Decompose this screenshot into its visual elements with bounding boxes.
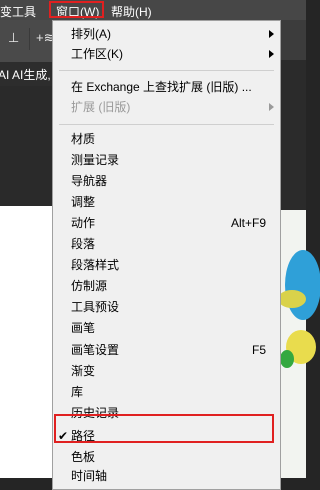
window-menu-highlight (49, 1, 104, 18)
dark-workspace (0, 86, 58, 206)
menu-item-exchange[interactable]: 在 Exchange 上查找扩展 (旧版) ... (71, 78, 252, 96)
menu-item-timeline[interactable]: 时间轴 (71, 467, 107, 485)
menu-item-measurement-log[interactable]: 测量记录 (71, 151, 119, 169)
paths-item-highlight (54, 414, 274, 443)
menu-item-paragraph[interactable]: 段落 (71, 235, 95, 253)
menu-separator (59, 124, 274, 125)
shortcut-brush-settings: F5 (251, 343, 266, 357)
menu-item-clone-source[interactable]: 仿制源 (71, 277, 107, 295)
menu-help[interactable]: 帮助(H) (111, 3, 152, 20)
menu-item-navigator[interactable]: 导航器 (71, 172, 107, 190)
menu-gradient-tool[interactable]: 渐变工具 (0, 3, 36, 20)
document-canvas (0, 206, 58, 478)
menu-bar: 渐变工具 窗口(W) 帮助(H) (0, 0, 306, 20)
menu-separator (59, 70, 274, 71)
image-yellow-shape (278, 290, 306, 308)
menu-item-workspace[interactable]: 工作区(K) (71, 45, 123, 63)
menu-item-swatches[interactable]: 色板 (71, 448, 95, 466)
menu-item-brushes[interactable]: 画笔 (71, 319, 95, 337)
menu-item-gradients[interactable]: 渐变 (71, 362, 95, 380)
menu-item-paragraph-styles[interactable]: 段落样式 (71, 256, 119, 274)
image-green-shape (280, 350, 294, 368)
menu-item-libraries[interactable]: 库 (71, 383, 83, 401)
menu-item-materials[interactable]: 材质 (71, 130, 95, 148)
menu-item-adjustments[interactable]: 调整 (71, 193, 95, 211)
menu-item-extensions: 扩展 (旧版) (71, 100, 131, 114)
ai-generate-strip[interactable]: AI AI生成, (0, 62, 58, 86)
shortcut-actions: Alt+F9 (230, 216, 266, 230)
submenu-arrow-icon (269, 30, 274, 38)
image-blue-shape (285, 250, 320, 320)
menu-item-actions[interactable]: 动作 (71, 214, 95, 232)
submenu-arrow-icon (269, 50, 274, 58)
menu-item-arrange[interactable]: 排列(A) (71, 25, 111, 43)
align-icon[interactable]: ⊥ (8, 30, 22, 46)
toolbar-divider (29, 28, 30, 50)
submenu-arrow-icon (269, 103, 274, 111)
ai-generate-label: AI AI生成, (0, 68, 51, 82)
options-toolbar: ⊥ +≋ (0, 20, 58, 62)
menu-item-brush-settings[interactable]: 画笔设置 (71, 341, 119, 359)
menu-item-tool-presets[interactable]: 工具预设 (71, 298, 119, 316)
